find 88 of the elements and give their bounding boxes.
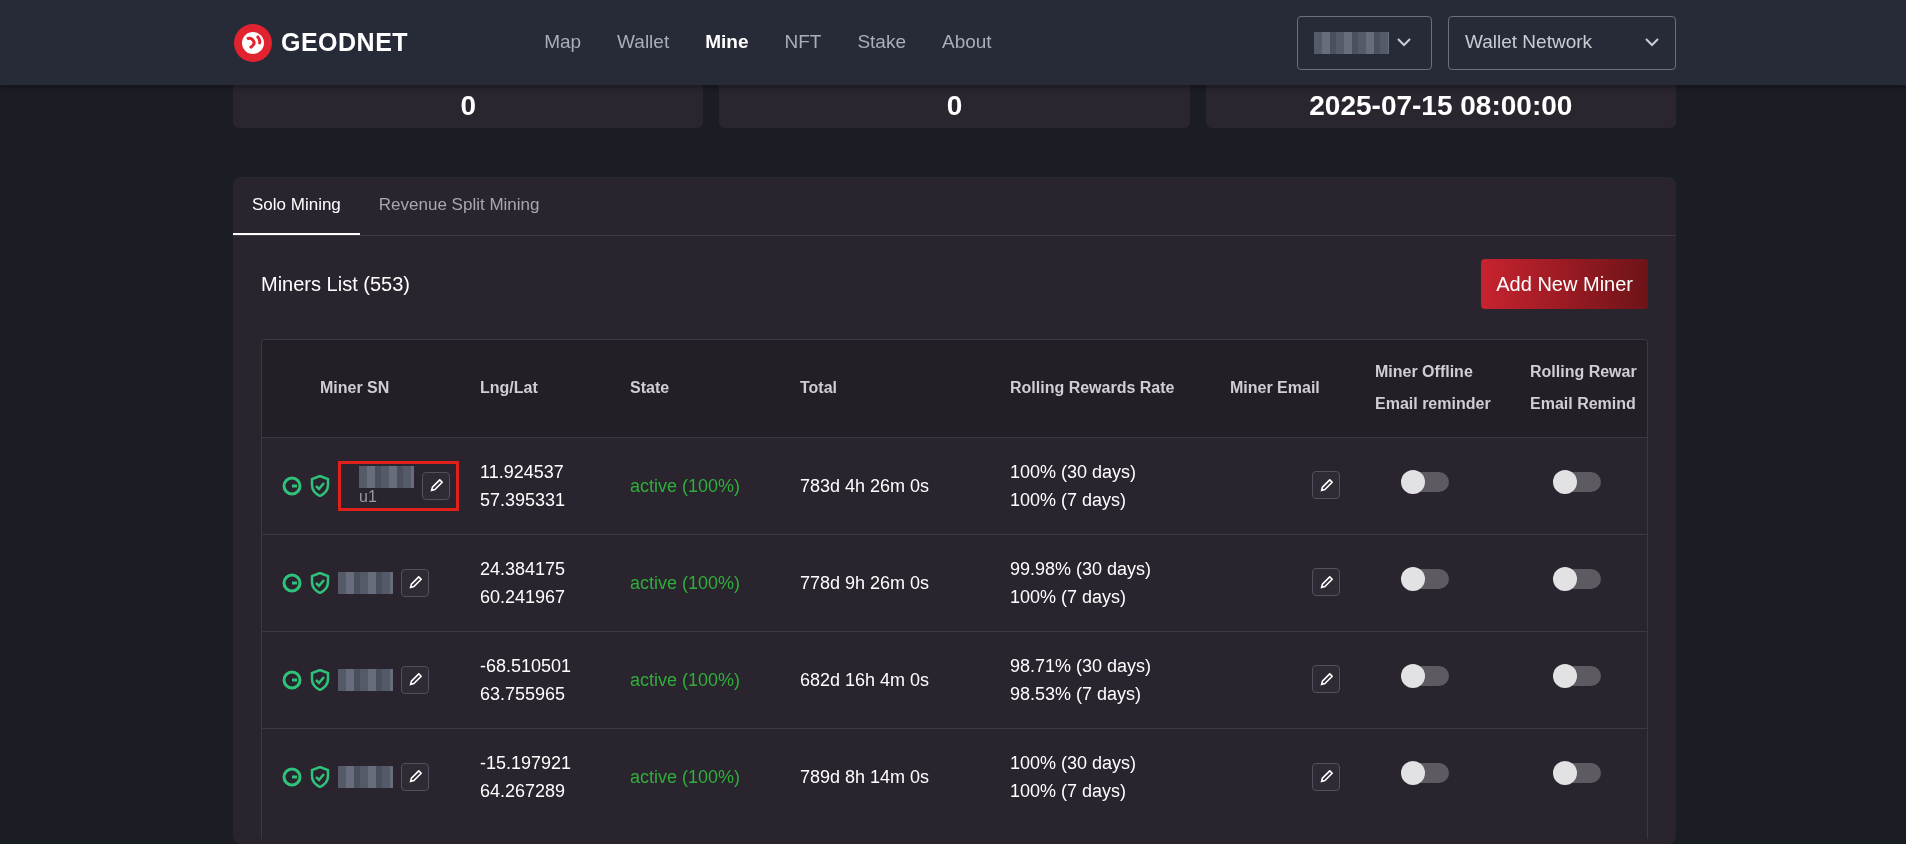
edit-email-button[interactable] [1312, 762, 1340, 791]
column-header: Miner SN [262, 340, 480, 437]
toggle-switch[interactable] [1555, 762, 1601, 783]
latitude: 60.241967 [480, 585, 567, 609]
tab[interactable]: Revenue Split Mining [359, 177, 559, 235]
rate-7-days: 100% (7 days) [1010, 485, 1230, 514]
chevron-down-icon [1645, 38, 1659, 47]
total-time: 682d 16h 4m 0s [800, 669, 930, 690]
longitude: -68.510501 [480, 654, 573, 678]
nav-link[interactable]: NFT [766, 28, 840, 57]
pencil-icon [408, 576, 422, 589]
edit-button[interactable] [401, 762, 429, 791]
toggle-switch[interactable] [1403, 568, 1449, 589]
column-header: Rolling Rewards Rate [1010, 340, 1230, 437]
latitude: 63.755965 [480, 682, 567, 706]
rate-7-days: 100% (7 days) [1010, 776, 1230, 805]
stat-value: 0 [946, 89, 963, 123]
toggle-switch[interactable] [1555, 665, 1601, 686]
blurred-serial [338, 668, 393, 691]
g-badge-icon [282, 669, 302, 690]
latitude: 57.395331 [480, 488, 567, 512]
state-text: active (100%) [630, 669, 741, 690]
miner-alias: u1 [359, 487, 378, 506]
rate-30-days: 98.71% (30 days) [1010, 651, 1230, 680]
edit-button[interactable] [401, 568, 429, 597]
edit-button[interactable] [401, 665, 429, 694]
edit-email-button[interactable] [1312, 665, 1340, 694]
rate-7-days: 100% (7 days) [1010, 582, 1230, 611]
g-badge-icon [282, 766, 302, 787]
pencil-icon [1319, 770, 1333, 783]
nav-link[interactable]: Mine [687, 28, 767, 57]
rate-30-days: 100% (30 days) [1010, 457, 1230, 486]
g-badge-icon [282, 475, 302, 496]
shield-check-icon [310, 765, 330, 788]
rate-30-days: 100% (30 days) [1010, 748, 1230, 777]
shield-check-icon [310, 474, 330, 497]
column-header: Lng/Lat [480, 340, 630, 437]
nav-link[interactable]: About [924, 28, 1010, 57]
edit-email-button[interactable] [1312, 568, 1340, 597]
edit-email-button[interactable] [1312, 471, 1340, 500]
network-select[interactable]: Wallet Network [1448, 15, 1676, 70]
logo-text: GEODNET [281, 26, 409, 58]
state-text: active (100%) [630, 572, 741, 593]
pencil-icon [429, 479, 443, 492]
longitude: 11.924537 [480, 460, 565, 484]
column-header: Total [800, 340, 1010, 437]
state-text: active (100%) [630, 475, 741, 496]
column-header: Rolling Rewar Email Remind [1530, 340, 1647, 437]
column-header: Miner Offline Email reminder [1375, 340, 1530, 437]
pencil-icon [1319, 672, 1333, 686]
blurred-serial [359, 465, 414, 488]
toggle-switch[interactable] [1403, 471, 1449, 492]
toggle-switch[interactable] [1555, 471, 1601, 492]
toggle-switch[interactable] [1403, 665, 1449, 686]
column-header: Miner Email [1230, 340, 1375, 437]
rate-7-days: 98.53% (7 days) [1010, 679, 1230, 708]
blurred-serial [338, 765, 393, 788]
pencil-icon [1319, 575, 1333, 589]
stat-value: 2025-07-15 08:00:00 [1309, 89, 1573, 123]
total-time: 789d 8h 14m 0s [800, 766, 930, 787]
toggle-switch[interactable] [1403, 762, 1449, 783]
tab[interactable]: Solo Mining [233, 177, 360, 235]
longitude: -15.197921 [480, 751, 573, 775]
pencil-icon [408, 770, 422, 784]
g-badge-icon [282, 572, 302, 593]
globe-logo-icon [233, 22, 273, 63]
state-text: active (100%) [630, 766, 741, 787]
add-miner-button[interactable]: Add New Miner [1481, 259, 1648, 309]
longitude: 24.384175 [480, 557, 567, 581]
shield-check-icon [310, 571, 330, 594]
blurred-serial [338, 571, 393, 594]
chevron-down-icon [1397, 38, 1411, 47]
list-title: Miners List (553) [261, 272, 410, 297]
account-select[interactable] [1297, 15, 1432, 70]
edit-button[interactable] [422, 471, 450, 500]
shield-check-icon [310, 668, 330, 691]
nav-link[interactable]: Wallet [599, 28, 688, 57]
nav-link[interactable]: Stake [839, 28, 924, 57]
pencil-icon [408, 673, 422, 686]
nav-link[interactable]: Map [526, 28, 600, 57]
total-time: 778d 9h 26m 0s [800, 572, 930, 593]
latitude: 64.267289 [480, 779, 567, 803]
column-header: State [630, 340, 800, 437]
total-time: 783d 4h 26m 0s [800, 475, 930, 496]
rate-30-days: 99.98% (30 days) [1010, 554, 1230, 583]
pencil-icon [1319, 478, 1333, 492]
stat-value: 0 [460, 89, 476, 123]
toggle-switch[interactable] [1555, 568, 1601, 589]
